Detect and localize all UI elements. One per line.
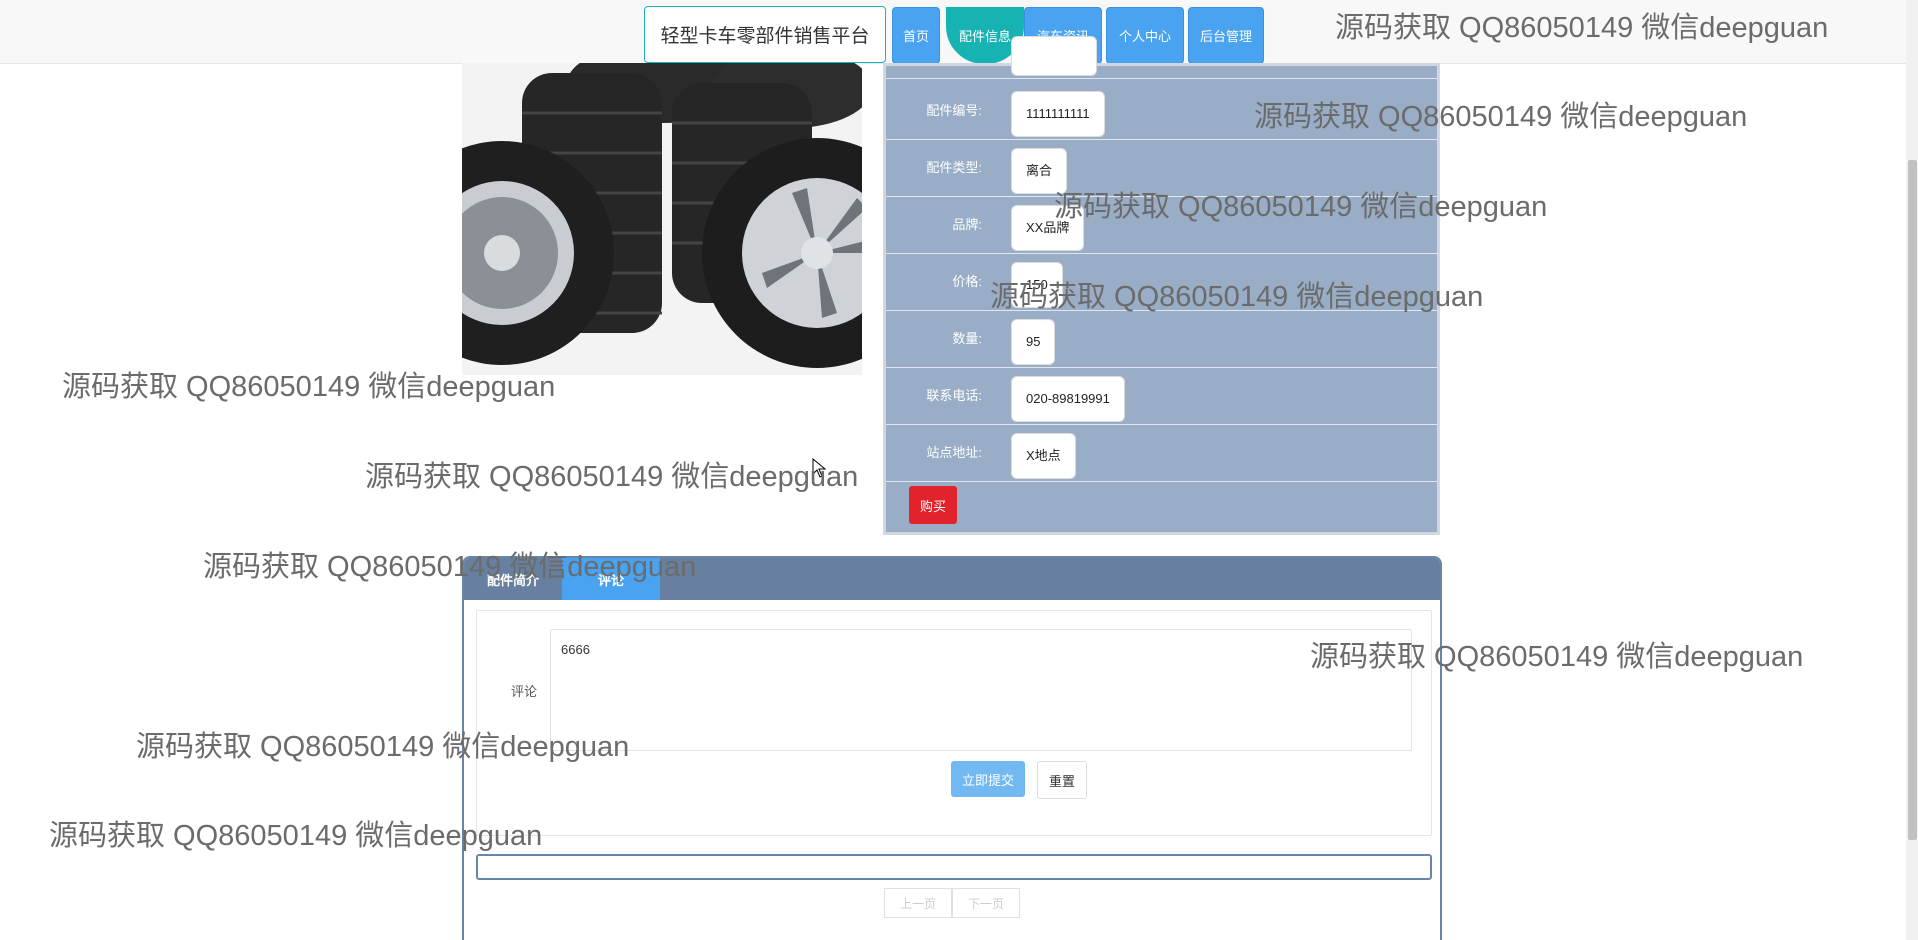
info-label: 品牌: xyxy=(952,217,982,232)
next-page-button[interactable]: 下一页 xyxy=(952,888,1020,918)
info-value: X地点 xyxy=(1011,433,1076,479)
prev-page-button[interactable]: 上一页 xyxy=(884,888,952,918)
watermark-text: 源码获取 QQ86050149 微信deepguan xyxy=(365,461,859,493)
info-value-clipped xyxy=(1011,36,1097,76)
tabs-header: 配件简介 评论 xyxy=(464,558,1440,600)
comment-form: 评论 6666 立即提交 重置 xyxy=(476,610,1432,836)
tab-part-intro[interactable]: 配件简介 xyxy=(464,558,562,600)
buy-button[interactable]: 购买 xyxy=(909,486,957,524)
tabs-card: 配件简介 评论 评论 6666 立即提交 重置 上一页 下一页 xyxy=(462,556,1442,940)
nav-home[interactable]: 首页 xyxy=(892,7,940,64)
submit-button[interactable]: 立即提交 xyxy=(951,761,1025,797)
nav-admin[interactable]: 后台管理 xyxy=(1188,7,1264,64)
info-label: 价格: xyxy=(952,274,982,289)
top-navbar: 轻型卡车零部件销售平台 首页 配件信息 汽车资讯 个人中心 后台管理 xyxy=(0,0,1906,64)
info-row-price: 价格: 150 xyxy=(886,254,1437,311)
site-brand[interactable]: 轻型卡车零部件销售平台 xyxy=(644,6,886,63)
info-value: 离合 xyxy=(1011,148,1068,194)
mouse-cursor-icon xyxy=(812,458,826,478)
info-label: 联系电话: xyxy=(926,388,982,403)
reset-button[interactable]: 重置 xyxy=(1037,761,1087,799)
info-label: 配件编号: xyxy=(926,103,982,118)
tires-illustration xyxy=(462,63,862,375)
info-value: 020-89819991 xyxy=(1011,376,1125,422)
info-value: 1111111111 xyxy=(1011,91,1105,137)
info-label: 站点地址: xyxy=(926,445,982,460)
info-label: 配件类型: xyxy=(926,160,982,175)
info-value: XX品牌 xyxy=(1011,205,1085,251)
info-row-part-type: 配件类型: 离合 xyxy=(886,140,1437,197)
info-value: 95 xyxy=(1011,319,1056,365)
info-value: 150 xyxy=(1011,262,1063,308)
info-row-quantity: 数量: 95 xyxy=(886,311,1437,368)
info-row-part-number: 配件编号: 1111111111 xyxy=(886,83,1437,140)
info-row-brand: 品牌: XX品牌 xyxy=(886,197,1437,254)
comment-textarea[interactable]: 6666 xyxy=(550,629,1412,751)
nav-personal-center[interactable]: 个人中心 xyxy=(1106,7,1184,64)
scrollbar-thumb[interactable] xyxy=(1908,160,1917,840)
product-info-panel: 配件编号: 1111111111 配件类型: 离合 品牌: XX品牌 价格: 1… xyxy=(883,36,1440,535)
tab-comments[interactable]: 评论 xyxy=(562,558,660,600)
info-label: 数量: xyxy=(952,331,982,346)
comment-label: 评论 xyxy=(510,684,537,699)
info-row-clipped xyxy=(886,36,1437,79)
product-image xyxy=(462,63,862,375)
info-row-phone: 联系电话: 020-89819991 xyxy=(886,368,1437,425)
info-row-address: 站点地址: X地点 xyxy=(886,425,1437,482)
comment-list-box[interactable] xyxy=(476,854,1432,880)
pagination: 上一页 下一页 xyxy=(884,888,1020,918)
